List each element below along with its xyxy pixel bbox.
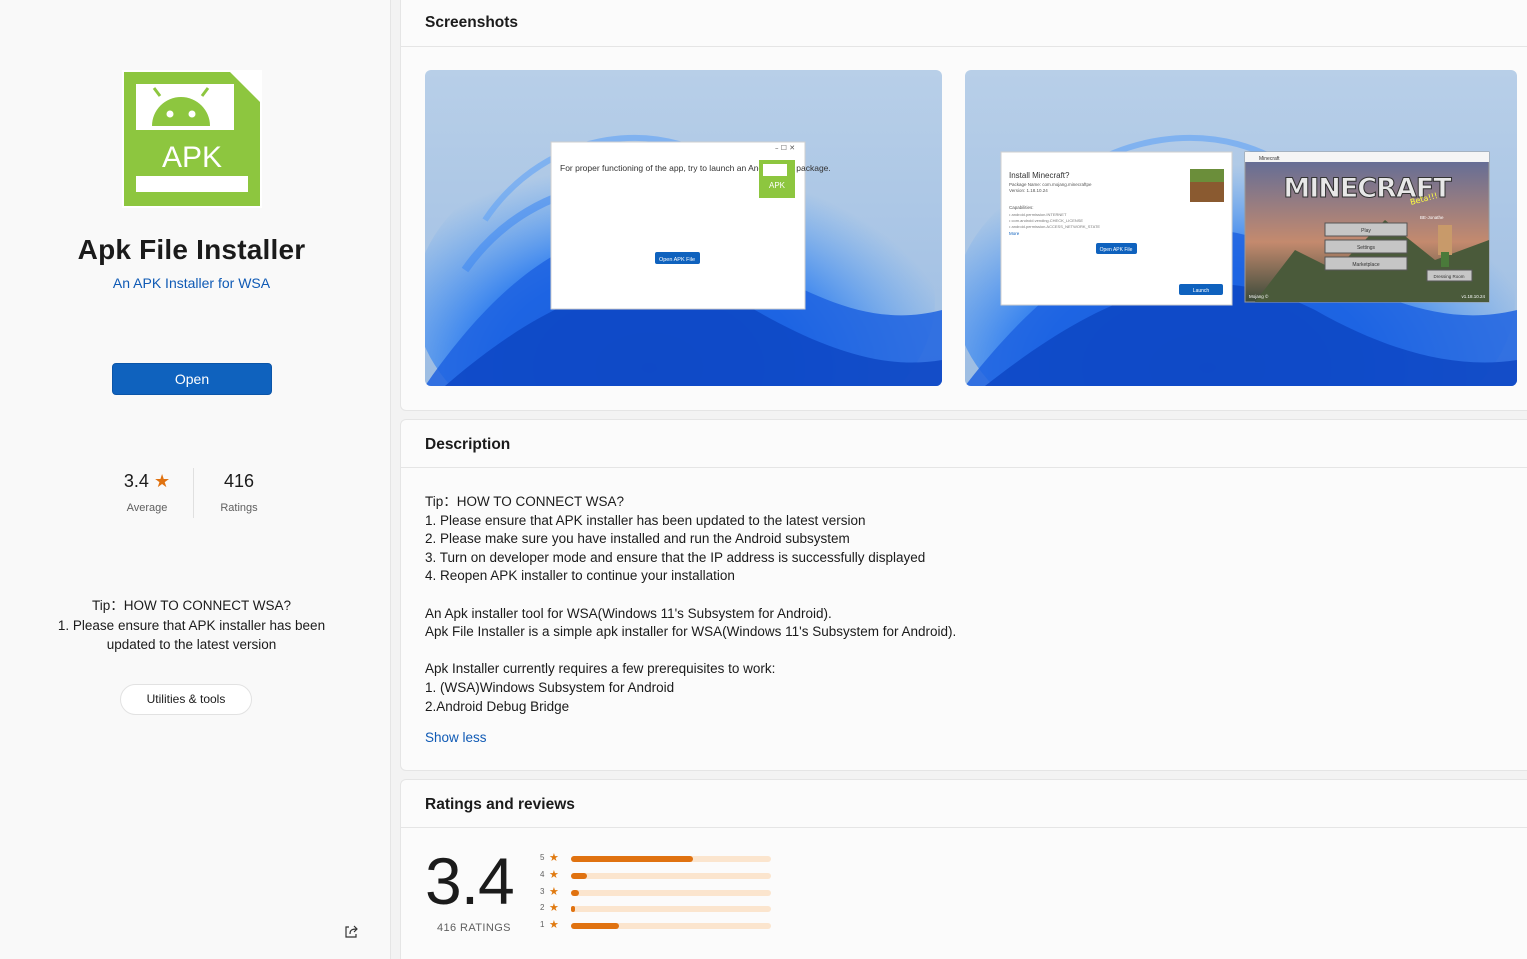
star-icon: ★ [153,471,171,491]
stat-divider [193,468,194,518]
minecraft-player-name: BE-Jonathe [1420,215,1444,220]
rating-bar-fill [571,923,619,930]
ratings-count-stat: 416 Ratings [209,471,269,514]
rating-bar-track [571,856,771,862]
description-line: 2.Android Debug Bridge [425,698,570,714]
average-rating-value: 3.4 [123,471,149,491]
minecraft-dressing-room: Dressing Room [1433,274,1464,279]
rating-bar-fill [571,906,575,913]
rating-bar-star-label: 5 [540,853,545,862]
rating-bar-fill [571,856,693,862]
rating-bar-fill [571,872,587,879]
rating-bar-track [571,889,771,896]
description-line: Apk File Installer is a simple apk insta… [425,624,957,640]
rating-bar-track [571,923,771,930]
rating-bar-star-label: 2 [540,903,545,913]
short-description-line: Tip：HOW TO CONNECT WSA? [91,598,292,613]
description-line: Tip：HOW TO CONNECT WSA? [425,494,625,509]
dialog-apk-icon-text: APK [769,181,786,190]
description-line: 2. Please make sure you have installed a… [425,531,850,547]
install-capabilities: Capabilities: [1009,205,1034,210]
rating-bar-star-label: 3 [540,886,545,896]
short-description: Tip：HOW TO CONNECT WSA? 1. Please ensure… [40,596,343,655]
description-section: Description Tip：HOW TO CONNECT WSA? 1. P… [400,419,1527,771]
share-icon[interactable] [343,924,359,940]
screenshot-2[interactable]: Install Minecraft? Package Name: com.moj… [965,70,1517,386]
install-dialog-window: Install Minecraft? Package Name: com.moj… [1000,151,1233,306]
apk-dialog-window: – ☐ ✕ For proper functioning of the app,… [550,141,831,310]
apk-app-icon: APK [122,70,262,208]
short-description-line: 1. Please ensure that APK installer has … [57,617,326,653]
dialog-open-button: Open APK File [659,257,695,263]
rating-bar-track [571,906,771,913]
description-line: 4. Reopen APK installer to continue your… [425,568,735,584]
screenshot-1[interactable]: – ☐ ✕ For proper functioning of the app,… [425,70,942,386]
screenshots-heading: Screenshots [401,0,1527,47]
star-icon: ★ [549,885,559,898]
minecraft-window-title: Minecraft [1259,156,1280,162]
star-icon: ★ [549,852,559,864]
description-line: An Apk installer tool for WSA(Windows 11… [425,605,832,621]
ratings-count-label: Ratings [220,502,258,514]
install-more-link: More [1009,231,1020,236]
average-rating-stat: 3.4 ★ Average [117,471,177,514]
ratings-heading: Ratings and reviews [401,780,1527,828]
app-window: APK Apk File Installer An APK Installer … [0,0,1527,959]
install-capability-item: • com.android.vending.CHECK_LICENSE [1009,218,1083,223]
description-heading: Description [401,420,1527,468]
average-rating-label: Average [126,502,168,514]
app-title: Apk File Installer [77,234,306,265]
minecraft-menu-item: Play [1361,228,1371,234]
minecraft-window: Minecraft MINECRAFT Beta!!! BE-Jonathe P… [1244,151,1490,303]
ratings-section: Ratings and reviews 3.4 416 RATINGS 5 ★ 4 ★… [400,779,1527,959]
description-line: 1. Please ensure that APK installer has … [425,512,866,528]
ratings-total-label: 416 RATINGS [437,922,511,934]
description-line: 1. (WSA)Windows Subsystem for Android [425,679,675,695]
rating-bar-track [571,872,771,879]
minecraft-menu-item: Marketplace [1352,262,1379,268]
rating-bar-star-label: 4 [540,869,545,879]
category-tag[interactable]: Utilities & tools [120,684,252,715]
rating-bar-fill [571,889,579,896]
rating-bar-star-label: 1 [540,920,545,930]
minecraft-menu-item: Settings [1357,245,1376,251]
install-package-name: Package Name: com.mojang.minecraftpe [1009,182,1092,187]
star-icon: ★ [549,902,559,915]
show-less-link[interactable]: Show less [425,730,487,745]
install-launch-button: Launch [1193,288,1210,294]
star-icon: ★ [549,919,559,932]
screenshots-section: Screenshots – ☐ ✕ For proper functioning… [400,0,1527,411]
install-open-button: Open APK File [1100,247,1133,253]
big-rating-value: 3.4 [425,844,515,918]
install-dialog-title: Install Minecraft? [1009,171,1070,180]
apk-icon-text: APK [162,141,222,174]
description-line: 3. Turn on developer mode and ensure tha… [425,549,926,565]
svg-text:– ☐ ✕: – ☐ ✕ [775,144,795,152]
star-icon: ★ [549,868,559,881]
description-body: Tip：HOW TO CONNECT WSA? 1. Please ensure… [425,493,956,716]
install-capability-item: • android.permission.INTERNET [1009,212,1067,217]
app-summary-panel: APK Apk File Installer An APK Installer … [0,0,391,959]
install-capability-item: • android.permission.ACCESS_NETWORK_STAT… [1009,224,1100,229]
minecraft-footer-right: v1.18.10.24 [1461,294,1485,299]
ratings-count-value: 416 [223,471,255,491]
minecraft-footer-left: Mojang © [1249,293,1269,299]
install-version: Version: 1.18.10.24 [1009,188,1048,193]
description-line: Apk Installer currently requires a few p… [425,661,776,677]
open-button[interactable]: Open [112,363,272,395]
app-publisher-link[interactable]: An APK Installer for WSA [0,275,383,291]
